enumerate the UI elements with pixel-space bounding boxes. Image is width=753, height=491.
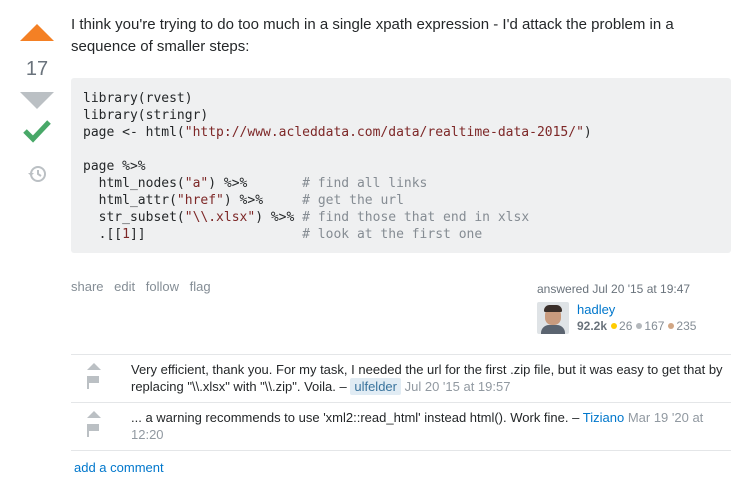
reputation-score: 92.2k <box>577 319 608 333</box>
bronze-badge-icon <box>668 323 675 329</box>
comment-user-link[interactable]: ulfelder <box>350 378 401 395</box>
accepted-check-icon <box>23 120 51 143</box>
code-line: library(rvest) <box>83 91 193 106</box>
add-comment-link[interactable]: add a comment <box>74 460 164 475</box>
answer-intro: I think you're trying to do too much in … <box>71 16 674 55</box>
comment-text: ... a warning recommends to use 'xml2::r… <box>131 410 580 425</box>
answer-body: I think you're trying to do too much in … <box>71 14 731 253</box>
code-line: page %>% <box>83 159 146 174</box>
code-block: library(rvest) library(stringr) page <- … <box>71 78 731 253</box>
share-link[interactable]: share <box>71 279 104 294</box>
comment-item: Very efficient, thank you. For my task, … <box>71 355 731 403</box>
code-line: .[[1]] # look at the first one <box>83 227 483 242</box>
edit-link[interactable]: edit <box>114 279 135 294</box>
comment-upvote-icon[interactable] <box>87 411 101 418</box>
follow-link[interactable]: follow <box>146 279 179 294</box>
vote-controls: 17 <box>20 24 54 189</box>
user-name-link[interactable]: hadley <box>577 302 696 318</box>
comments-list: Very efficient, thank you. For my task, … <box>71 354 731 451</box>
comment-date[interactable]: Jul 20 '15 at 19:57 <box>405 379 511 394</box>
avatar[interactable] <box>537 302 569 334</box>
user-signature: answered Jul 20 '15 at 19:47 hadley 92.2… <box>537 282 737 334</box>
upvote-arrow-icon[interactable] <box>20 24 54 41</box>
code-line: html_nodes("a") %>% # find all links <box>83 176 428 191</box>
comment-user-link[interactable]: Tiziano <box>583 410 624 425</box>
bronze-badge-count: 235 <box>676 319 697 333</box>
answered-timestamp: answered Jul 20 '15 at 19:47 <box>537 282 691 296</box>
silver-badge-icon <box>636 323 643 329</box>
history-icon[interactable] <box>27 164 47 184</box>
flag-link[interactable]: flag <box>190 279 211 294</box>
downvote-arrow-icon[interactable] <box>20 92 54 109</box>
flag-icon[interactable] <box>87 376 99 389</box>
code-line: str_subset("\\.xlsx") %>% # find those t… <box>83 210 530 225</box>
vote-score: 17 <box>25 58 49 80</box>
code-line: html_attr("href") %>% # get the url <box>83 193 404 208</box>
comment-item: ... a warning recommends to use 'xml2::r… <box>71 403 731 451</box>
post-menu: share edit follow flag <box>71 279 218 294</box>
gold-badge-count: 26 <box>619 319 633 333</box>
code-line: page <- html("http://www.acleddata.com/d… <box>83 125 592 140</box>
comment-upvote-icon[interactable] <box>87 363 101 370</box>
code-line: library(stringr) <box>83 108 209 123</box>
silver-badge-count: 167 <box>644 319 665 333</box>
flag-icon[interactable] <box>87 424 99 437</box>
gold-badge-icon <box>611 323 618 329</box>
